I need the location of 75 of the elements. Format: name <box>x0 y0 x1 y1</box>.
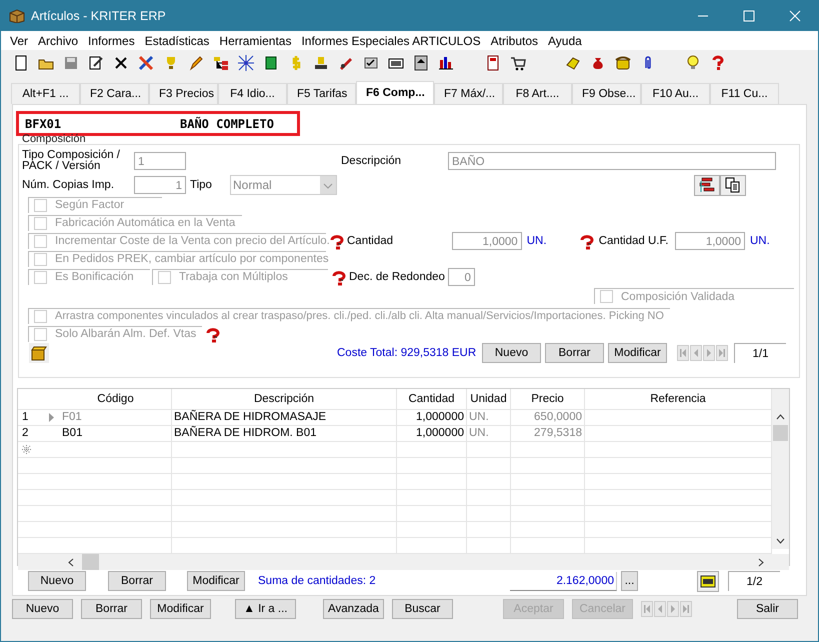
row-header[interactable]: 2 <box>18 426 60 441</box>
column-header[interactable]: Precio <box>511 389 585 409</box>
table-cell: 650,0000 <box>511 410 585 425</box>
tab[interactable]: F2 Cara... <box>80 83 149 104</box>
article-code: BFX01 <box>25 116 62 130</box>
table-cell: B01 <box>60 426 172 441</box>
quantity-sum: Suma de cantidades: 2 <box>258 575 377 587</box>
input-field[interactable]: 1 <box>134 152 186 170</box>
unit-label: UN. <box>750 234 771 246</box>
article-name: BAÑO COMPLETO <box>180 116 274 130</box>
tab[interactable]: Alt+F1 ... <box>11 83 80 104</box>
input-field[interactable]: 0 <box>448 268 475 286</box>
column-header[interactable]: Código <box>60 389 172 409</box>
table-cell: BAÑERA DE HIDROM. B01 <box>172 426 397 441</box>
table-cell: UN. <box>467 426 511 441</box>
table-cell: 1,000000 <box>397 410 467 425</box>
record-counter: 1/2 <box>728 571 780 591</box>
column-header[interactable]: Cantidad <box>397 389 467 409</box>
button[interactable]: Nuevo <box>28 571 86 591</box>
menu-item[interactable]: Ver <box>5 34 34 48</box>
button[interactable]: Nuevo <box>12 599 73 619</box>
tab[interactable]: F6 Comp... <box>356 81 434 104</box>
total-field: 2.162,0000 <box>510 572 617 590</box>
button[interactable]: Avanzada <box>323 599 384 619</box>
button[interactable]: Modificar <box>150 599 211 619</box>
menu-item[interactable]: Informes Especiales ARTICULOS <box>296 34 486 48</box>
field-label: Núm. Copias Imp. <box>21 180 116 190</box>
menu-item[interactable]: Archivo <box>33 34 84 48</box>
menu-item[interactable]: Informes <box>83 34 140 48</box>
table-cell: 1,000000 <box>397 426 467 441</box>
tab[interactable]: F7 Máx/... <box>434 83 503 104</box>
window-title: Artículos - KRITER ERP <box>31 9 167 23</box>
button[interactable]: Borrar <box>545 343 604 363</box>
input-field[interactable]: 1 <box>134 176 186 194</box>
total-cost: Coste Total: 929,5318 EUR <box>337 347 478 359</box>
button[interactable]: Borrar <box>108 571 166 591</box>
column-header[interactable]: Descripción <box>172 389 397 409</box>
tab[interactable]: F3 Precios <box>149 83 218 104</box>
button[interactable]: ... <box>621 571 638 591</box>
field-label: Dec. de Redondeo <box>349 270 445 282</box>
table-cell: UN. <box>467 410 511 425</box>
field-label: Tipo <box>190 179 213 191</box>
menu-item[interactable]: Ayuda <box>543 34 587 48</box>
row-header[interactable]: 1 <box>18 410 60 425</box>
tab[interactable]: F4 Idio... <box>218 83 287 104</box>
dropdown[interactable]: Normal <box>230 175 337 195</box>
tab[interactable]: F10 Au... <box>641 83 710 104</box>
field-label: Tipo Composición / PACK / Versión <box>21 150 122 172</box>
menu-item[interactable]: Herramientas <box>214 34 296 48</box>
button[interactable]: Nuevo <box>482 343 541 363</box>
table-cell: 279,5318 <box>511 426 585 441</box>
table-cell: BAÑERA DE HIDROMASAJE <box>172 410 397 425</box>
field-label: Cantidad U.F. <box>598 234 670 246</box>
button[interactable]: Modificar <box>187 571 245 591</box>
record-counter: 1/1 <box>734 343 786 363</box>
button[interactable]: Borrar <box>81 599 142 619</box>
input-field[interactable]: BAÑO <box>448 152 776 170</box>
field-label: Cantidad <box>347 234 394 246</box>
table-cell: F01 <box>60 410 172 425</box>
group-label: Composición <box>22 134 87 144</box>
menu-item[interactable]: Atributos <box>486 34 543 48</box>
tab[interactable]: F11 Cu... <box>710 83 779 104</box>
input-field[interactable]: 1,0000 <box>452 232 522 250</box>
field-label: Descripción <box>341 155 402 167</box>
menu-item[interactable]: Estadísticas <box>140 34 214 48</box>
button[interactable]: Buscar <box>392 599 453 619</box>
tab[interactable]: F5 Tarifas <box>287 83 356 104</box>
unit-label: UN. <box>526 234 548 246</box>
button[interactable]: Salir <box>737 599 798 619</box>
button[interactable]: ▲ Ir a ... <box>235 599 296 619</box>
button[interactable]: Modificar <box>608 343 667 363</box>
tab[interactable]: F8 Art.... <box>503 83 572 104</box>
input-field[interactable]: 1,0000 <box>675 232 745 250</box>
column-header[interactable]: Unidad <box>467 389 511 409</box>
tab[interactable]: F9 Obse... <box>572 83 641 104</box>
